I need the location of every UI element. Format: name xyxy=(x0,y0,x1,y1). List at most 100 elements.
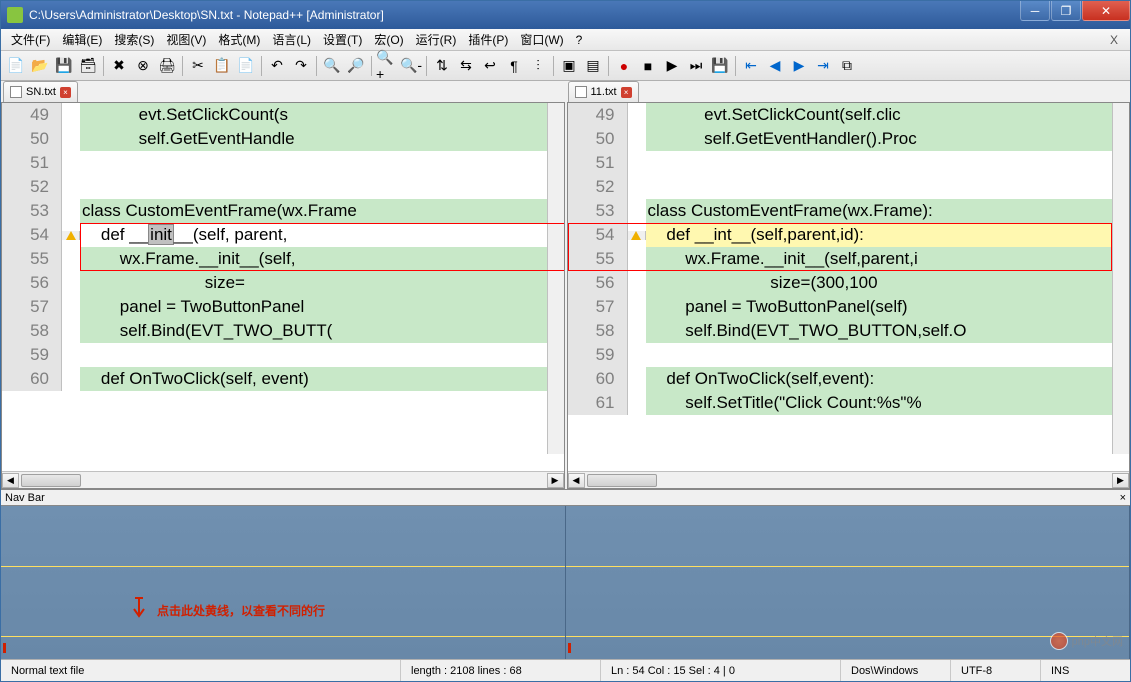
code-line[interactable]: 49 evt.SetClickCount(s xyxy=(2,103,564,127)
code-text[interactable]: size=(300,100 xyxy=(646,271,1130,295)
title-bar[interactable]: C:\Users\Administrator\Desktop\SN.txt - … xyxy=(1,1,1130,29)
code-line[interactable]: 51 xyxy=(2,151,564,175)
scroll-thumb[interactable] xyxy=(587,474,657,487)
copy-icon[interactable]: 📋 xyxy=(211,55,233,77)
menu-help[interactable]: ? xyxy=(570,31,589,49)
compare-first-icon[interactable]: ⇤ xyxy=(740,55,762,77)
record-icon[interactable]: ● xyxy=(613,55,635,77)
paste-icon[interactable]: 📄 xyxy=(235,55,257,77)
close-button[interactable]: ✕ xyxy=(1082,1,1130,21)
compare-icon[interactable]: ⧉ xyxy=(836,55,858,77)
code-line[interactable]: 60 def OnTwoClick(self, event) xyxy=(2,367,564,391)
code-line[interactable]: 56 size=(300,100 xyxy=(568,271,1130,295)
code-text[interactable]: class CustomEventFrame(wx.Frame): xyxy=(646,199,1130,223)
code-line[interactable]: 55 wx.Frame.__init__(self,parent,i xyxy=(568,247,1130,271)
zoom-out-icon[interactable]: 🔍- xyxy=(400,55,422,77)
code-text[interactable]: self.Bind(EVT_TWO_BUTTON,self.O xyxy=(646,319,1130,343)
code-line[interactable]: 56 size= xyxy=(2,271,564,295)
open-file-icon[interactable]: 📂 xyxy=(29,55,51,77)
save-icon[interactable]: 💾 xyxy=(53,55,75,77)
tab-11-txt[interactable]: 11.txt × xyxy=(568,81,639,102)
code-line[interactable]: 54 def __init__(self, parent, xyxy=(2,223,564,247)
code-line[interactable]: 57 panel = TwoButtonPanel xyxy=(2,295,564,319)
indent-guide-icon[interactable]: ⫶ xyxy=(527,55,549,77)
code-line[interactable]: 54 def __int__(self,parent,id): xyxy=(568,223,1130,247)
code-text[interactable]: evt.SetClickCount(self.clic xyxy=(646,103,1130,127)
menu-language[interactable]: 语言(L) xyxy=(266,29,317,50)
maximize-button[interactable]: ❐ xyxy=(1051,1,1081,21)
close-file-icon[interactable]: ✖ xyxy=(108,55,130,77)
find-icon[interactable]: 🔍 xyxy=(321,55,343,77)
menu-plugins[interactable]: 插件(P) xyxy=(462,29,514,50)
code-text[interactable]: self.GetEventHandle xyxy=(80,127,564,151)
horizontal-scrollbar[interactable]: ◀ ▶ xyxy=(568,471,1130,488)
code-text[interactable]: def OnTwoClick(self,event): xyxy=(646,367,1130,391)
horizontal-scrollbar[interactable]: ◀ ▶ xyxy=(2,471,564,488)
code-line[interactable]: 51 xyxy=(568,151,1130,175)
redo-icon[interactable]: ↷ xyxy=(290,55,312,77)
menu-search[interactable]: 搜索(S) xyxy=(108,29,160,50)
new-file-icon[interactable]: 📄 xyxy=(5,55,27,77)
close-all-icon[interactable]: ⊗ xyxy=(132,55,154,77)
undo-icon[interactable]: ↶ xyxy=(266,55,288,77)
code-line[interactable]: 57 panel = TwoButtonPanel(self) xyxy=(568,295,1130,319)
cut-icon[interactable]: ✂ xyxy=(187,55,209,77)
vertical-scrollbar[interactable] xyxy=(1112,103,1129,454)
tab-close-icon[interactable]: × xyxy=(621,87,632,98)
code-line[interactable]: 49 evt.SetClickCount(self.clic xyxy=(568,103,1130,127)
code-text[interactable]: self.SetTitle("Click Count:%s"% xyxy=(646,391,1130,415)
unfold-icon[interactable]: ▤ xyxy=(582,55,604,77)
menu-run[interactable]: 运行(R) xyxy=(410,29,463,50)
nav-close-icon[interactable]: × xyxy=(1116,492,1130,504)
code-line[interactable]: 52 xyxy=(2,175,564,199)
menu-settings[interactable]: 设置(T) xyxy=(317,29,368,50)
code-line[interactable]: 59 xyxy=(568,343,1130,367)
menu-macro[interactable]: 宏(O) xyxy=(368,29,409,50)
left-editor-pane[interactable]: 49 evt.SetClickCount(s50 self.GetEventHa… xyxy=(1,102,565,489)
right-code-area[interactable]: 49 evt.SetClickCount(self.clic50 self.Ge… xyxy=(568,103,1130,415)
code-text[interactable]: size= xyxy=(80,271,564,295)
scroll-left-icon[interactable]: ◀ xyxy=(2,473,19,488)
scroll-left-icon[interactable]: ◀ xyxy=(568,473,585,488)
scroll-right-icon[interactable]: ▶ xyxy=(547,473,564,488)
code-line[interactable]: 50 self.GetEventHandler().Proc xyxy=(568,127,1130,151)
minimize-button[interactable]: ─ xyxy=(1020,1,1050,21)
tab-sn-txt[interactable]: SN.txt × xyxy=(3,81,78,102)
right-editor-pane[interactable]: 49 evt.SetClickCount(self.clic50 self.Ge… xyxy=(567,102,1131,489)
code-line[interactable]: 52 xyxy=(568,175,1130,199)
code-text[interactable]: evt.SetClickCount(s xyxy=(80,103,564,127)
zoom-in-icon[interactable]: 🔍+ xyxy=(376,55,398,77)
menu-edit[interactable]: 编辑(E) xyxy=(56,29,108,50)
code-text[interactable]: class CustomEventFrame(wx.Frame xyxy=(80,199,564,223)
code-text[interactable]: panel = TwoButtonPanel xyxy=(80,295,564,319)
stop-icon[interactable]: ■ xyxy=(637,55,659,77)
play-multi-icon[interactable]: ⏭ xyxy=(685,55,707,77)
code-text[interactable]: wx.Frame.__init__(self,parent,i xyxy=(646,247,1130,271)
vertical-scrollbar[interactable] xyxy=(547,103,564,454)
code-line[interactable]: 58 self.Bind(EVT_TWO_BUTT( xyxy=(2,319,564,343)
menu-view[interactable]: 视图(V) xyxy=(160,29,212,50)
code-text[interactable]: panel = TwoButtonPanel(self) xyxy=(646,295,1130,319)
tab-close-icon[interactable]: × xyxy=(60,87,71,98)
replace-icon[interactable]: 🔎 xyxy=(345,55,367,77)
fold-icon[interactable]: ▣ xyxy=(558,55,580,77)
code-line[interactable]: 60 def OnTwoClick(self,event): xyxy=(568,367,1130,391)
code-text[interactable]: def __init__(self, parent, xyxy=(80,223,564,247)
compare-next-icon[interactable]: ▶ xyxy=(788,55,810,77)
show-all-icon[interactable]: ¶ xyxy=(503,55,525,77)
compare-last-icon[interactable]: ⇥ xyxy=(812,55,834,77)
left-code-area[interactable]: 49 evt.SetClickCount(s50 self.GetEventHa… xyxy=(2,103,564,391)
code-line[interactable]: 61 self.SetTitle("Click Count:%s"% xyxy=(568,391,1130,415)
sync-h-icon[interactable]: ⇆ xyxy=(455,55,477,77)
menu-format[interactable]: 格式(M) xyxy=(212,29,266,50)
code-line[interactable]: 58 self.Bind(EVT_TWO_BUTTON,self.O xyxy=(568,319,1130,343)
scroll-right-icon[interactable]: ▶ xyxy=(1112,473,1129,488)
code-text[interactable]: self.GetEventHandler().Proc xyxy=(646,127,1130,151)
code-line[interactable]: 53class CustomEventFrame(wx.Frame xyxy=(2,199,564,223)
menu-close-x[interactable]: X xyxy=(1102,33,1126,47)
code-line[interactable]: 55 wx.Frame.__init__(self, xyxy=(2,247,564,271)
code-text[interactable]: wx.Frame.__init__(self, xyxy=(80,247,564,271)
code-text[interactable]: def __int__(self,parent,id): xyxy=(646,223,1130,247)
menu-window[interactable]: 窗口(W) xyxy=(514,29,569,50)
code-line[interactable]: 50 self.GetEventHandle xyxy=(2,127,564,151)
